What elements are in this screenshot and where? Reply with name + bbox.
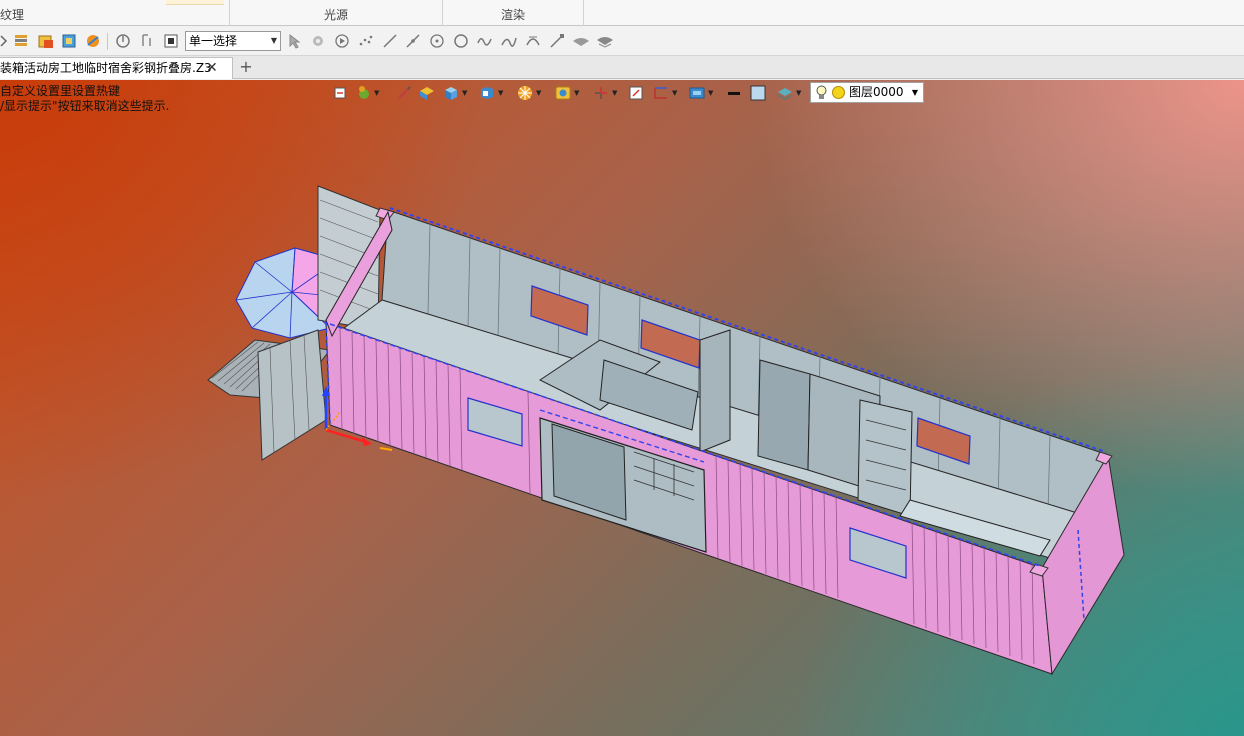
toolbar-separator bbox=[107, 33, 108, 50]
material-icon[interactable] bbox=[36, 31, 56, 51]
layer-dropdown[interactable]: 图层0000 ▼ bbox=[810, 82, 924, 103]
surface-icon[interactable] bbox=[571, 31, 591, 51]
ribbon-group-light[interactable]: 光源 bbox=[230, 0, 443, 26]
selection-mode-value: 单一选择 bbox=[189, 34, 238, 48]
display-filter-icon[interactable]: ▼ bbox=[516, 84, 541, 102]
palette-icon[interactable]: ▼ bbox=[356, 84, 379, 102]
ribbon-group-bar: 纹理 光源 渲染 bbox=[0, 0, 1244, 26]
play-icon[interactable] bbox=[332, 31, 352, 51]
add-tab-button[interactable]: + bbox=[238, 57, 254, 77]
layer-color-icon[interactable] bbox=[832, 86, 845, 99]
render-icon[interactable] bbox=[83, 31, 103, 51]
edit-pencil-icon[interactable] bbox=[396, 84, 412, 102]
frame-icon[interactable] bbox=[628, 84, 644, 102]
ribbon-group-texture-label: 纹理 bbox=[0, 8, 25, 22]
circle-icon[interactable] bbox=[451, 31, 471, 51]
ribbon-group-render-label: 渲染 bbox=[500, 8, 525, 22]
point-cloud-icon[interactable] bbox=[356, 31, 376, 51]
3d-viewport[interactable]: 自定义设置里设置热键 /显示提示"按钮来取消这些提示. ▼ ▼ ▼ ▼ ▼ ▼ … bbox=[0, 80, 1244, 736]
document-tab[interactable]: 装箱活动房工地临时宿舍彩钢折叠房.Z3 ✕ bbox=[0, 57, 233, 79]
layer-name: 图层0000 bbox=[849, 85, 904, 99]
pen-line-icon[interactable] bbox=[403, 31, 423, 51]
folder-icon[interactable] bbox=[418, 84, 436, 102]
select-filter-icon[interactable] bbox=[308, 31, 328, 51]
color-swatch-icon[interactable] bbox=[750, 84, 766, 102]
offset-surface-icon[interactable] bbox=[595, 31, 615, 51]
extend-icon[interactable] bbox=[547, 31, 567, 51]
display-mode-icon[interactable]: ▼ bbox=[688, 84, 713, 102]
close-icon[interactable]: ✕ bbox=[206, 58, 222, 78]
view-toolbar: ▼ ▼ ▼ ▼ ▼ ▼ ▼ ▼ ▼ bbox=[330, 82, 812, 104]
document-tab-bar: 装箱活动房工地临时宿舍彩钢折叠房.Z3 ✕ + bbox=[0, 56, 1244, 79]
section-icon[interactable]: ▼ bbox=[652, 84, 677, 102]
axis-icon[interactable]: ▼ bbox=[592, 84, 617, 102]
layer-stack-icon[interactable]: ▼ bbox=[776, 84, 801, 102]
library-icon[interactable] bbox=[59, 31, 79, 51]
ribbon-group-render[interactable]: 渲染 bbox=[443, 0, 584, 26]
cad-application-window: 纹理 光源 渲染 单一选择 ▼ 装箱活动房工地临时宿舍彩钢折叠房.Z3 ✕ + … bbox=[0, 0, 1244, 736]
ribbon-partial-tab bbox=[166, 0, 224, 5]
pick-icon[interactable] bbox=[137, 31, 157, 51]
selection-mode-dropdown[interactable]: 单一选择 ▼ bbox=[185, 31, 281, 51]
cube-shaded-icon[interactable]: ▼ bbox=[442, 84, 467, 102]
pointer-icon[interactable] bbox=[284, 31, 304, 51]
line-icon[interactable] bbox=[380, 31, 400, 51]
layers-list-icon[interactable] bbox=[11, 31, 31, 51]
view-reset-icon[interactable] bbox=[332, 84, 348, 102]
stop-icon[interactable] bbox=[161, 31, 181, 51]
arc-icon[interactable] bbox=[523, 31, 543, 51]
lightbulb-icon[interactable] bbox=[815, 85, 828, 106]
chevron-down-icon: ▼ bbox=[911, 88, 918, 97]
wave-icon[interactable] bbox=[475, 31, 495, 51]
line-weight-icon[interactable] bbox=[726, 84, 742, 102]
cube-render-icon[interactable]: ▼ bbox=[478, 84, 503, 102]
container-house-model[interactable] bbox=[0, 80, 1244, 736]
circle-point-icon[interactable] bbox=[427, 31, 447, 51]
chevron-down-icon: ▼ bbox=[270, 36, 277, 45]
ribbon-group-light-label: 光源 bbox=[323, 8, 348, 22]
spline-icon[interactable] bbox=[499, 31, 519, 51]
document-tab-title: 装箱活动房工地临时宿舍彩钢折叠房.Z3 bbox=[0, 61, 212, 75]
rotate-icon[interactable] bbox=[113, 31, 133, 51]
view-focus-icon[interactable]: ▼ bbox=[554, 84, 579, 102]
quick-toolbar: 单一选择 ▼ bbox=[0, 27, 1244, 56]
